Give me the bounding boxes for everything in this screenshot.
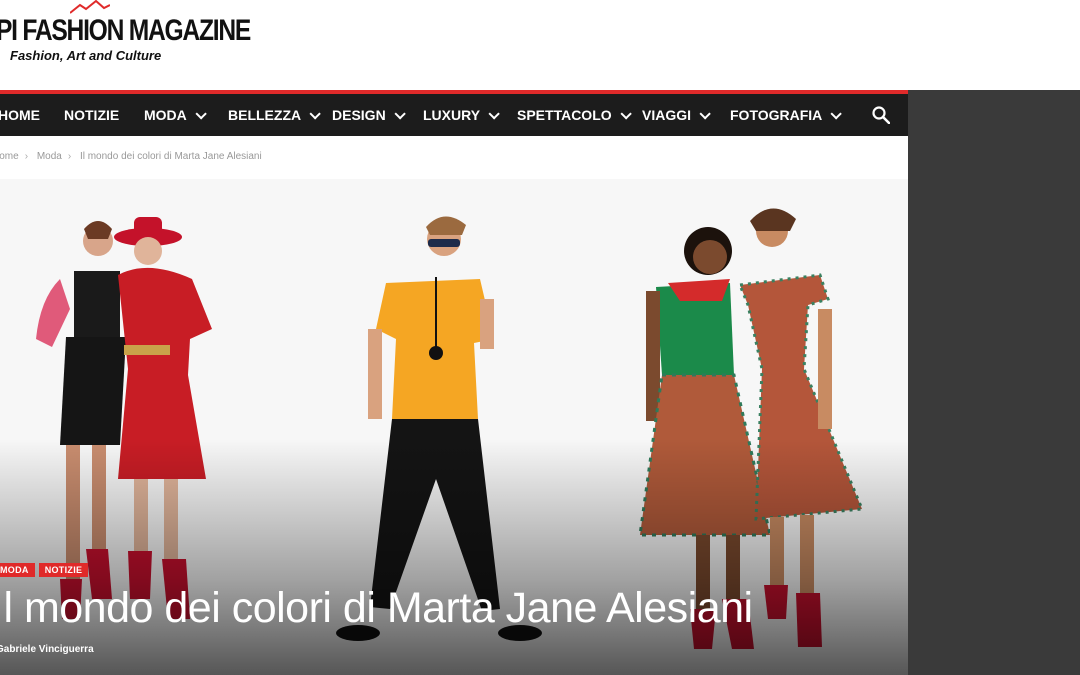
nav-item-moda[interactable]: MODA <box>144 94 207 136</box>
chevron-down-icon <box>620 108 632 120</box>
category-tag-notizie[interactable]: NOTIZIE <box>38 563 89 577</box>
breadcrumb: Home› Moda› Il mondo dei colori di Marta… <box>0 151 268 162</box>
article-title: Il mondo dei colori di Marta Jane Alesia… <box>0 584 753 632</box>
author-name[interactable]: Gabriele Vinciguerra <box>0 644 94 655</box>
chevron-down-icon <box>195 108 207 120</box>
category-tag-moda[interactable]: MODA <box>0 563 35 577</box>
nav-item-home[interactable]: HOME <box>0 94 40 136</box>
site-logo[interactable]: PI FASHION MAGAZINE Fashion, Art and Cul… <box>0 0 251 88</box>
article-content: Home› Moda› Il mondo dei colori di Marta… <box>0 136 908 675</box>
main-nav: HOME NOTIZIE MODA BELLEZZA DESIGN LUXURY… <box>0 94 908 136</box>
breadcrumb-home[interactable]: Home <box>0 151 19 162</box>
hero-gradient <box>0 439 908 675</box>
nav-item-viaggi[interactable]: VIAGGI <box>642 94 711 136</box>
breadcrumb-moda[interactable]: Moda <box>37 151 62 162</box>
logo-tagline: Fashion, Art and Culture <box>10 48 162 63</box>
chevron-down-icon <box>488 108 500 120</box>
chevron-down-icon <box>830 108 843 120</box>
breadcrumb-current: Il mondo dei colori di Marta Jane Alesia… <box>79 151 262 162</box>
nav-item-luxury[interactable]: LUXURY <box>423 94 500 136</box>
side-panel <box>908 90 1080 675</box>
nav-item-fotografia[interactable]: FOTOGRAFIA <box>730 94 843 136</box>
nav-item-design[interactable]: DESIGN <box>332 94 406 136</box>
search-icon[interactable] <box>872 106 890 124</box>
category-tags: MODA NOTIZIE <box>0 560 92 578</box>
nav-item-bellezza[interactable]: BELLEZZA <box>228 94 321 136</box>
logo-title: PI FASHION MAGAZINE <box>0 14 251 47</box>
chevron-down-icon <box>309 108 321 120</box>
chevron-down-icon <box>699 108 711 120</box>
mountain-logo-icon <box>70 0 110 14</box>
nav-item-notizie[interactable]: NOTIZIE <box>64 94 119 136</box>
nav-item-spettacolo[interactable]: SPETTACOLO <box>517 94 632 136</box>
chevron-down-icon <box>394 108 406 120</box>
